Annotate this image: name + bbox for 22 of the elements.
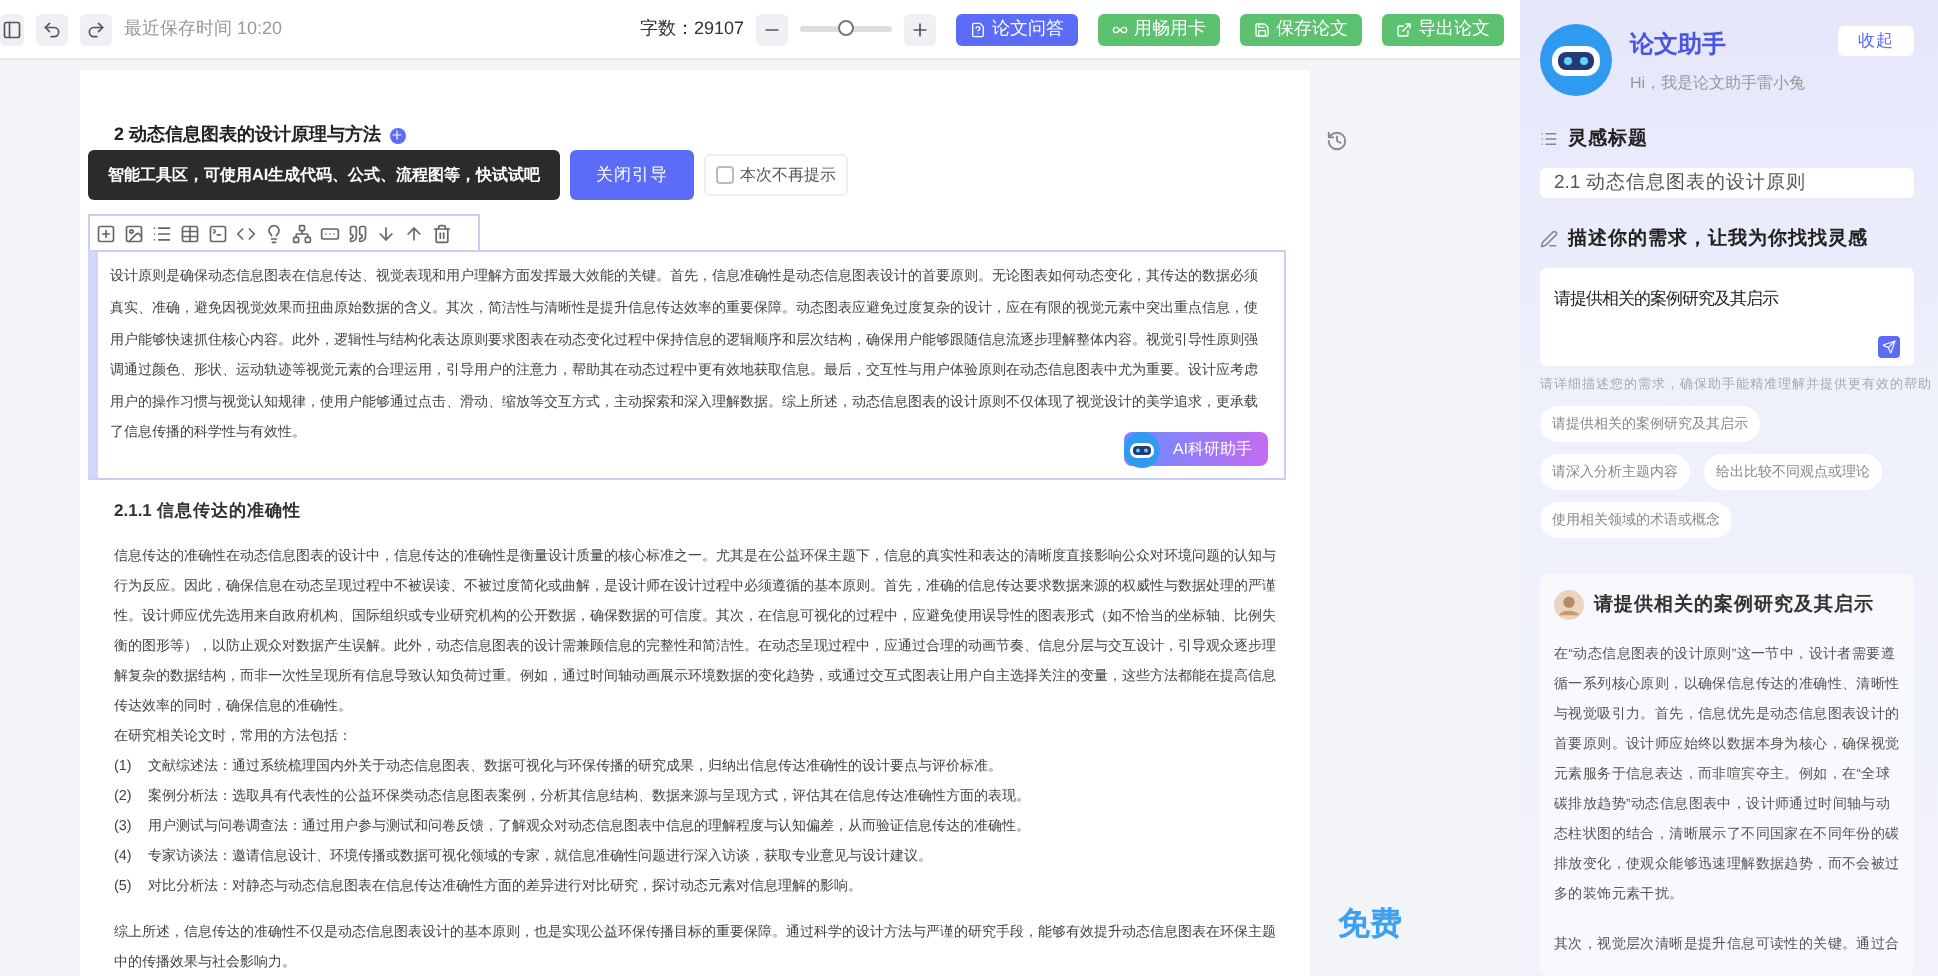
free-label: 免费 — [1338, 905, 1402, 946]
collapse-button[interactable]: 收起 — [1838, 26, 1914, 56]
request-text: 请提供相关的案例研究及其启示 — [1554, 288, 1781, 311]
toolbar-button[interactable]: 保存论文 — [1240, 13, 1362, 45]
word-count: 字数：29107 — [639, 16, 744, 42]
dont-show-checkbox[interactable]: 本次不再提示 — [704, 154, 849, 196]
guide-tooltip: 智能工具区，可使用AI生成代码、公式、流程图等，快试试吧 — [88, 150, 561, 200]
toolbar-button[interactable]: 论文问答 — [956, 13, 1078, 45]
assistant-title: 论文助手 — [1630, 28, 1728, 62]
request-field[interactable]: 请提供相关的案例研究及其启示 — [1540, 268, 1914, 366]
toolbar-button[interactable]: 导出论文 — [1382, 13, 1504, 45]
ai-assistant-button[interactable]: AI科研助手 — [1124, 432, 1268, 466]
subsection-heading: 2.1.1 信息传达的准确性 — [114, 500, 303, 524]
field-label: 描述你的需求，让我为你找找灵感 — [1568, 226, 1868, 253]
field-label: 灵感标题 — [1568, 126, 1648, 152]
save-time: 最近保存时间 10:20 — [124, 16, 283, 42]
section-heading: 2 动态信息图表的设计原理与方法 — [114, 122, 382, 148]
answer-title: 请提供相关的案例研究及其启示 — [1594, 592, 1874, 618]
assistant-greeting: Hi，我是论文助手雷小兔 — [1630, 72, 1808, 94]
title-field[interactable]: 2.1 动态信息图表的设计原则 — [1540, 168, 1914, 199]
toolbar-button[interactable]: 用畅用卡 — [1098, 13, 1220, 45]
close-guide-button[interactable]: 关闭引导 — [570, 150, 695, 200]
